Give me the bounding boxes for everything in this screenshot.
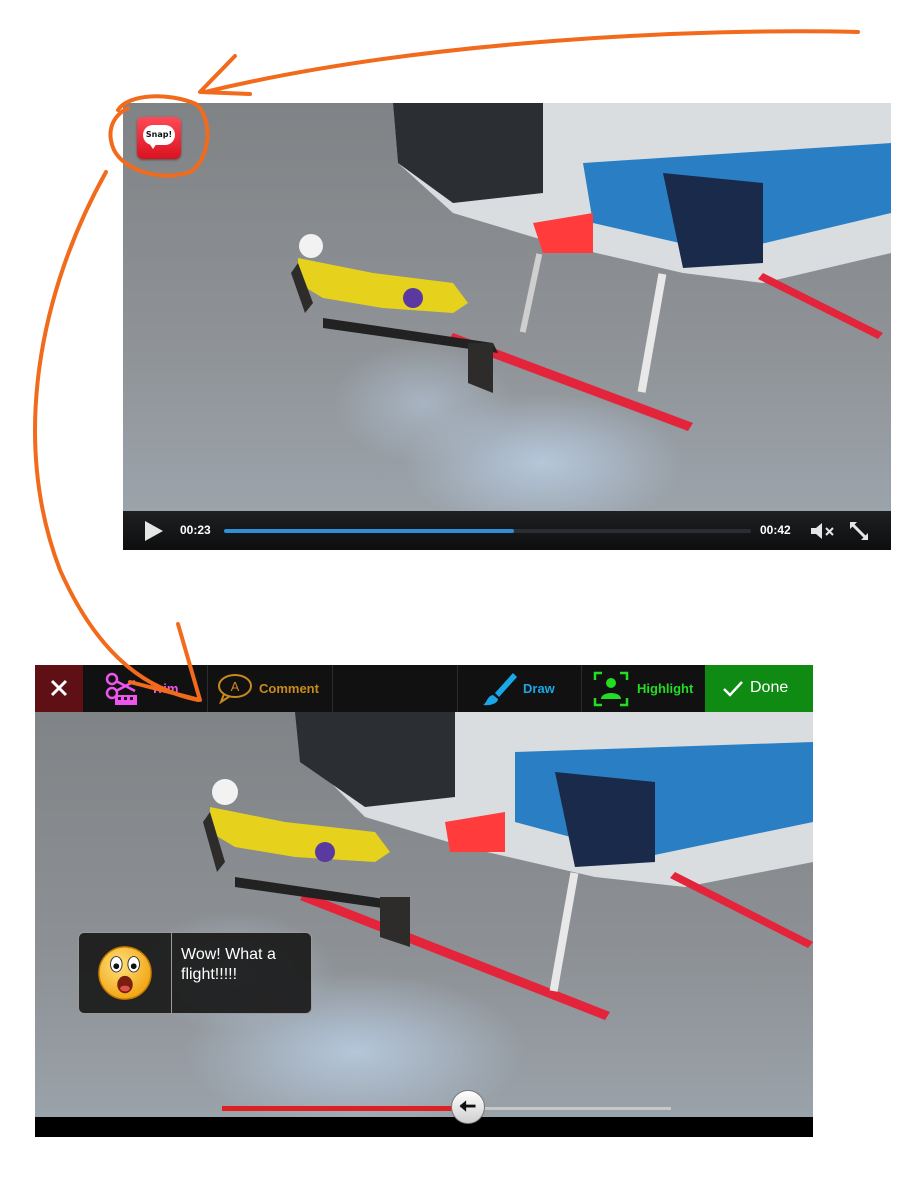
- snap-app-button[interactable]: Snap!: [137, 117, 181, 159]
- trim-label: Trim: [151, 681, 179, 696]
- done-button[interactable]: Done: [705, 665, 813, 712]
- checkmark-icon: [723, 681, 743, 697]
- svg-text:A: A: [231, 679, 240, 694]
- speech-bubble-tail-icon: [149, 143, 157, 149]
- toolbar-empty-slot: [332, 665, 457, 712]
- trim-button[interactable]: Trim: [83, 665, 207, 712]
- paintbrush-icon: [483, 673, 517, 706]
- highlight-label: Highlight: [637, 681, 694, 696]
- draw-button[interactable]: Draw: [457, 665, 581, 712]
- comment-bubble-icon: A: [218, 674, 252, 704]
- shocked-face-icon: [98, 946, 152, 1000]
- comment-text: Wow! What a flight!!!!!: [181, 946, 276, 983]
- done-label: Done: [750, 679, 789, 696]
- comment-overlay[interactable]: Wow! What a flight!!!!!: [78, 932, 312, 1014]
- highlight-person-icon: [593, 671, 629, 707]
- edited-video-frame: [35, 712, 813, 1117]
- snap-label: Snap!: [143, 125, 175, 145]
- scissors-film-icon: [105, 672, 137, 705]
- player-controls: 00:23 00:42: [123, 511, 891, 550]
- comment-button[interactable]: A Comment: [207, 665, 332, 712]
- comment-label: Comment: [259, 681, 319, 696]
- progress-bar[interactable]: [224, 529, 751, 533]
- arrow-head-top: [198, 54, 252, 96]
- snap-editor: Trim A Comment Draw Highlight Done: [35, 665, 813, 1137]
- trim-slider-track[interactable]: [222, 1106, 671, 1111]
- close-icon: [50, 679, 68, 697]
- current-time: 00:23: [180, 523, 211, 537]
- video-player[interactable]: 00:23 00:42: [123, 103, 891, 550]
- arrow-left-icon: [459, 1100, 476, 1112]
- trim-slider-handle[interactable]: [451, 1090, 485, 1124]
- comment-divider: [171, 933, 172, 1013]
- duration-time: 00:42: [760, 523, 791, 537]
- draw-label: Draw: [523, 681, 555, 696]
- highlight-button[interactable]: Highlight: [581, 665, 705, 712]
- close-button[interactable]: [35, 665, 83, 712]
- arrow-curve-top: [203, 29, 860, 94]
- editor-toolbar: Trim A Comment Draw Highlight Done: [35, 665, 813, 712]
- trim-slider-fill: [222, 1106, 469, 1111]
- progress-fill: [224, 529, 514, 533]
- mute-icon[interactable]: [809, 521, 837, 541]
- fullscreen-icon[interactable]: [848, 520, 870, 542]
- play-icon[interactable]: [145, 521, 163, 541]
- video-frame: [123, 103, 891, 511]
